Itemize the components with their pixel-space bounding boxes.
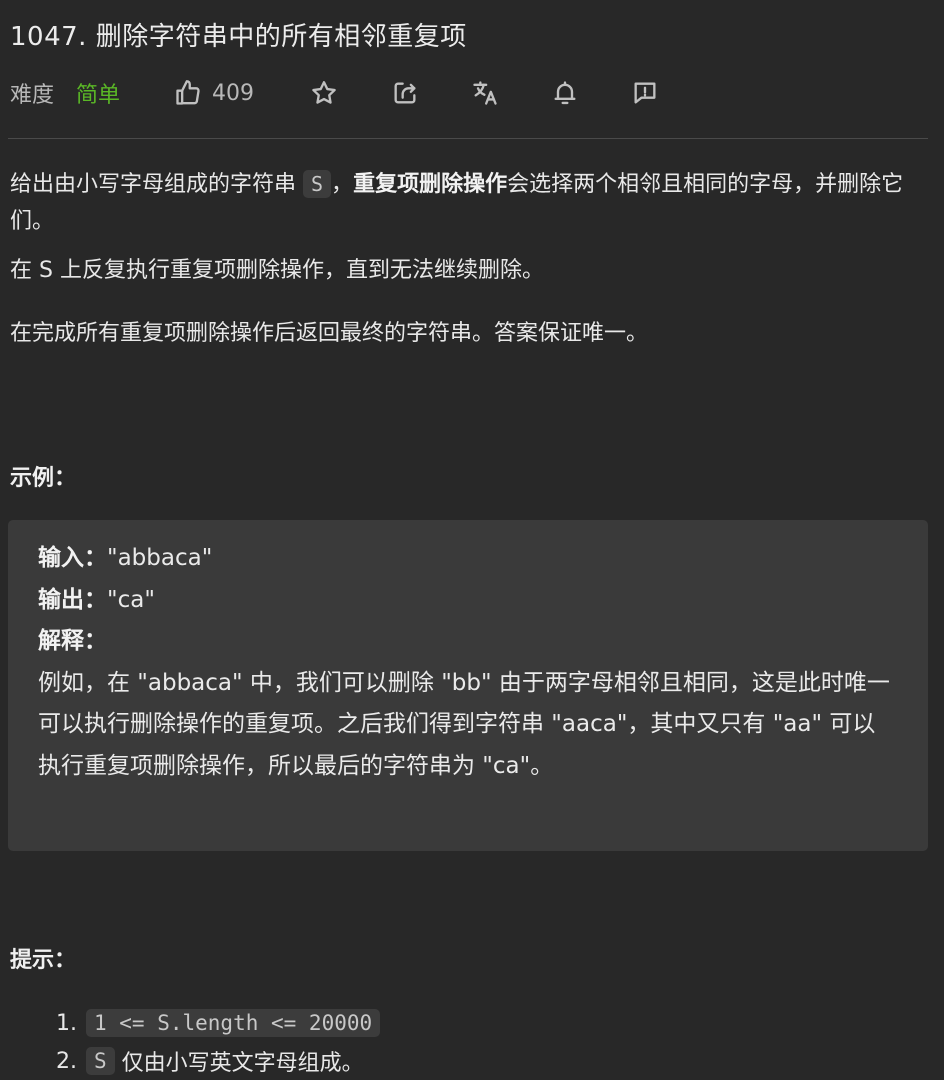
explain-label: 解释： [38, 628, 107, 654]
input-value: "abbaca" [107, 545, 213, 571]
output-value: "ca" [107, 586, 155, 613]
example-explain-line: 解释： [38, 621, 898, 663]
problem-description: 给出由小写字母组成的字符串 S ，重复项删除操作会选择两个相邻且相同的字母，并删除… [10, 166, 926, 352]
share-button[interactable] [391, 76, 419, 110]
star-icon [312, 81, 336, 104]
example-code-block: 输入："abbaca" 输出："ca" 解释： 例如，在 "abbaca" 中，… [8, 520, 928, 851]
like-button[interactable]: 409 [174, 76, 254, 110]
hints-heading: 提示： [10, 948, 77, 973]
example-explanation: 例如，在 "abbaca" 中，我们可以删除 "bb" 由于两字母相邻且相同，这… [38, 669, 890, 779]
description-text: 给出由小写字母组成的字符串 [10, 172, 303, 197]
description-paragraph-1: 给出由小写字母组成的字符串 S ，重复项删除操作会选择两个相邻且相同的字母，并删除… [10, 166, 920, 240]
bell-icon [554, 81, 576, 105]
hints-list: 1. 1 <= S.length <= 20000 2. S 仅由小写英文字母组… [56, 1004, 381, 1080]
example-heading: 示例： [10, 466, 77, 491]
constraint-code: 1 <= S.length <= 20000 [86, 1009, 381, 1037]
example-input-line: 输入："abbaca" [38, 538, 898, 580]
problem-title: 1047. 删除字符串中的所有相邻重复项 [10, 22, 467, 52]
list-number: 1. [56, 1010, 77, 1036]
inline-code-s: S [86, 1047, 115, 1075]
bold-term: 重复项删除操作 [353, 172, 508, 197]
feedback-icon [634, 82, 656, 104]
favorite-button[interactable] [310, 76, 338, 110]
output-label: 输出： [38, 586, 107, 613]
description-paragraph-2: 在 S 上反复执行重复项删除操作，直到无法继续删除。 [10, 258, 544, 283]
header-divider [8, 138, 928, 139]
share-icon [394, 82, 416, 104]
like-count: 409 [212, 80, 254, 106]
hint-text: 仅由小写英文字母组成。 [114, 1051, 364, 1076]
description-paragraph-3: 在完成所有重复项删除操作后返回最终的字符串。答案保证唯一。 [10, 321, 649, 346]
list-item: 2. S 仅由小写英文字母组成。 [56, 1042, 380, 1080]
example-output-line: 输出："ca" [38, 580, 898, 622]
problem-meta-bar: 难度 简单 409 [10, 76, 930, 110]
notify-button[interactable] [551, 76, 579, 110]
thumbs-up-icon [176, 80, 200, 105]
input-label: 输入： [38, 545, 107, 571]
translate-icon [473, 81, 497, 105]
feedback-button[interactable] [631, 76, 659, 110]
difficulty-label: 难度 [10, 83, 55, 108]
inline-code-s: S [303, 170, 332, 198]
list-item: 1. 1 <= S.length <= 20000 [56, 1004, 381, 1042]
description-text: ， [331, 172, 354, 197]
translate-button[interactable] [471, 76, 499, 110]
difficulty-value: 简单 [76, 83, 121, 108]
list-number: 2. [56, 1048, 77, 1074]
